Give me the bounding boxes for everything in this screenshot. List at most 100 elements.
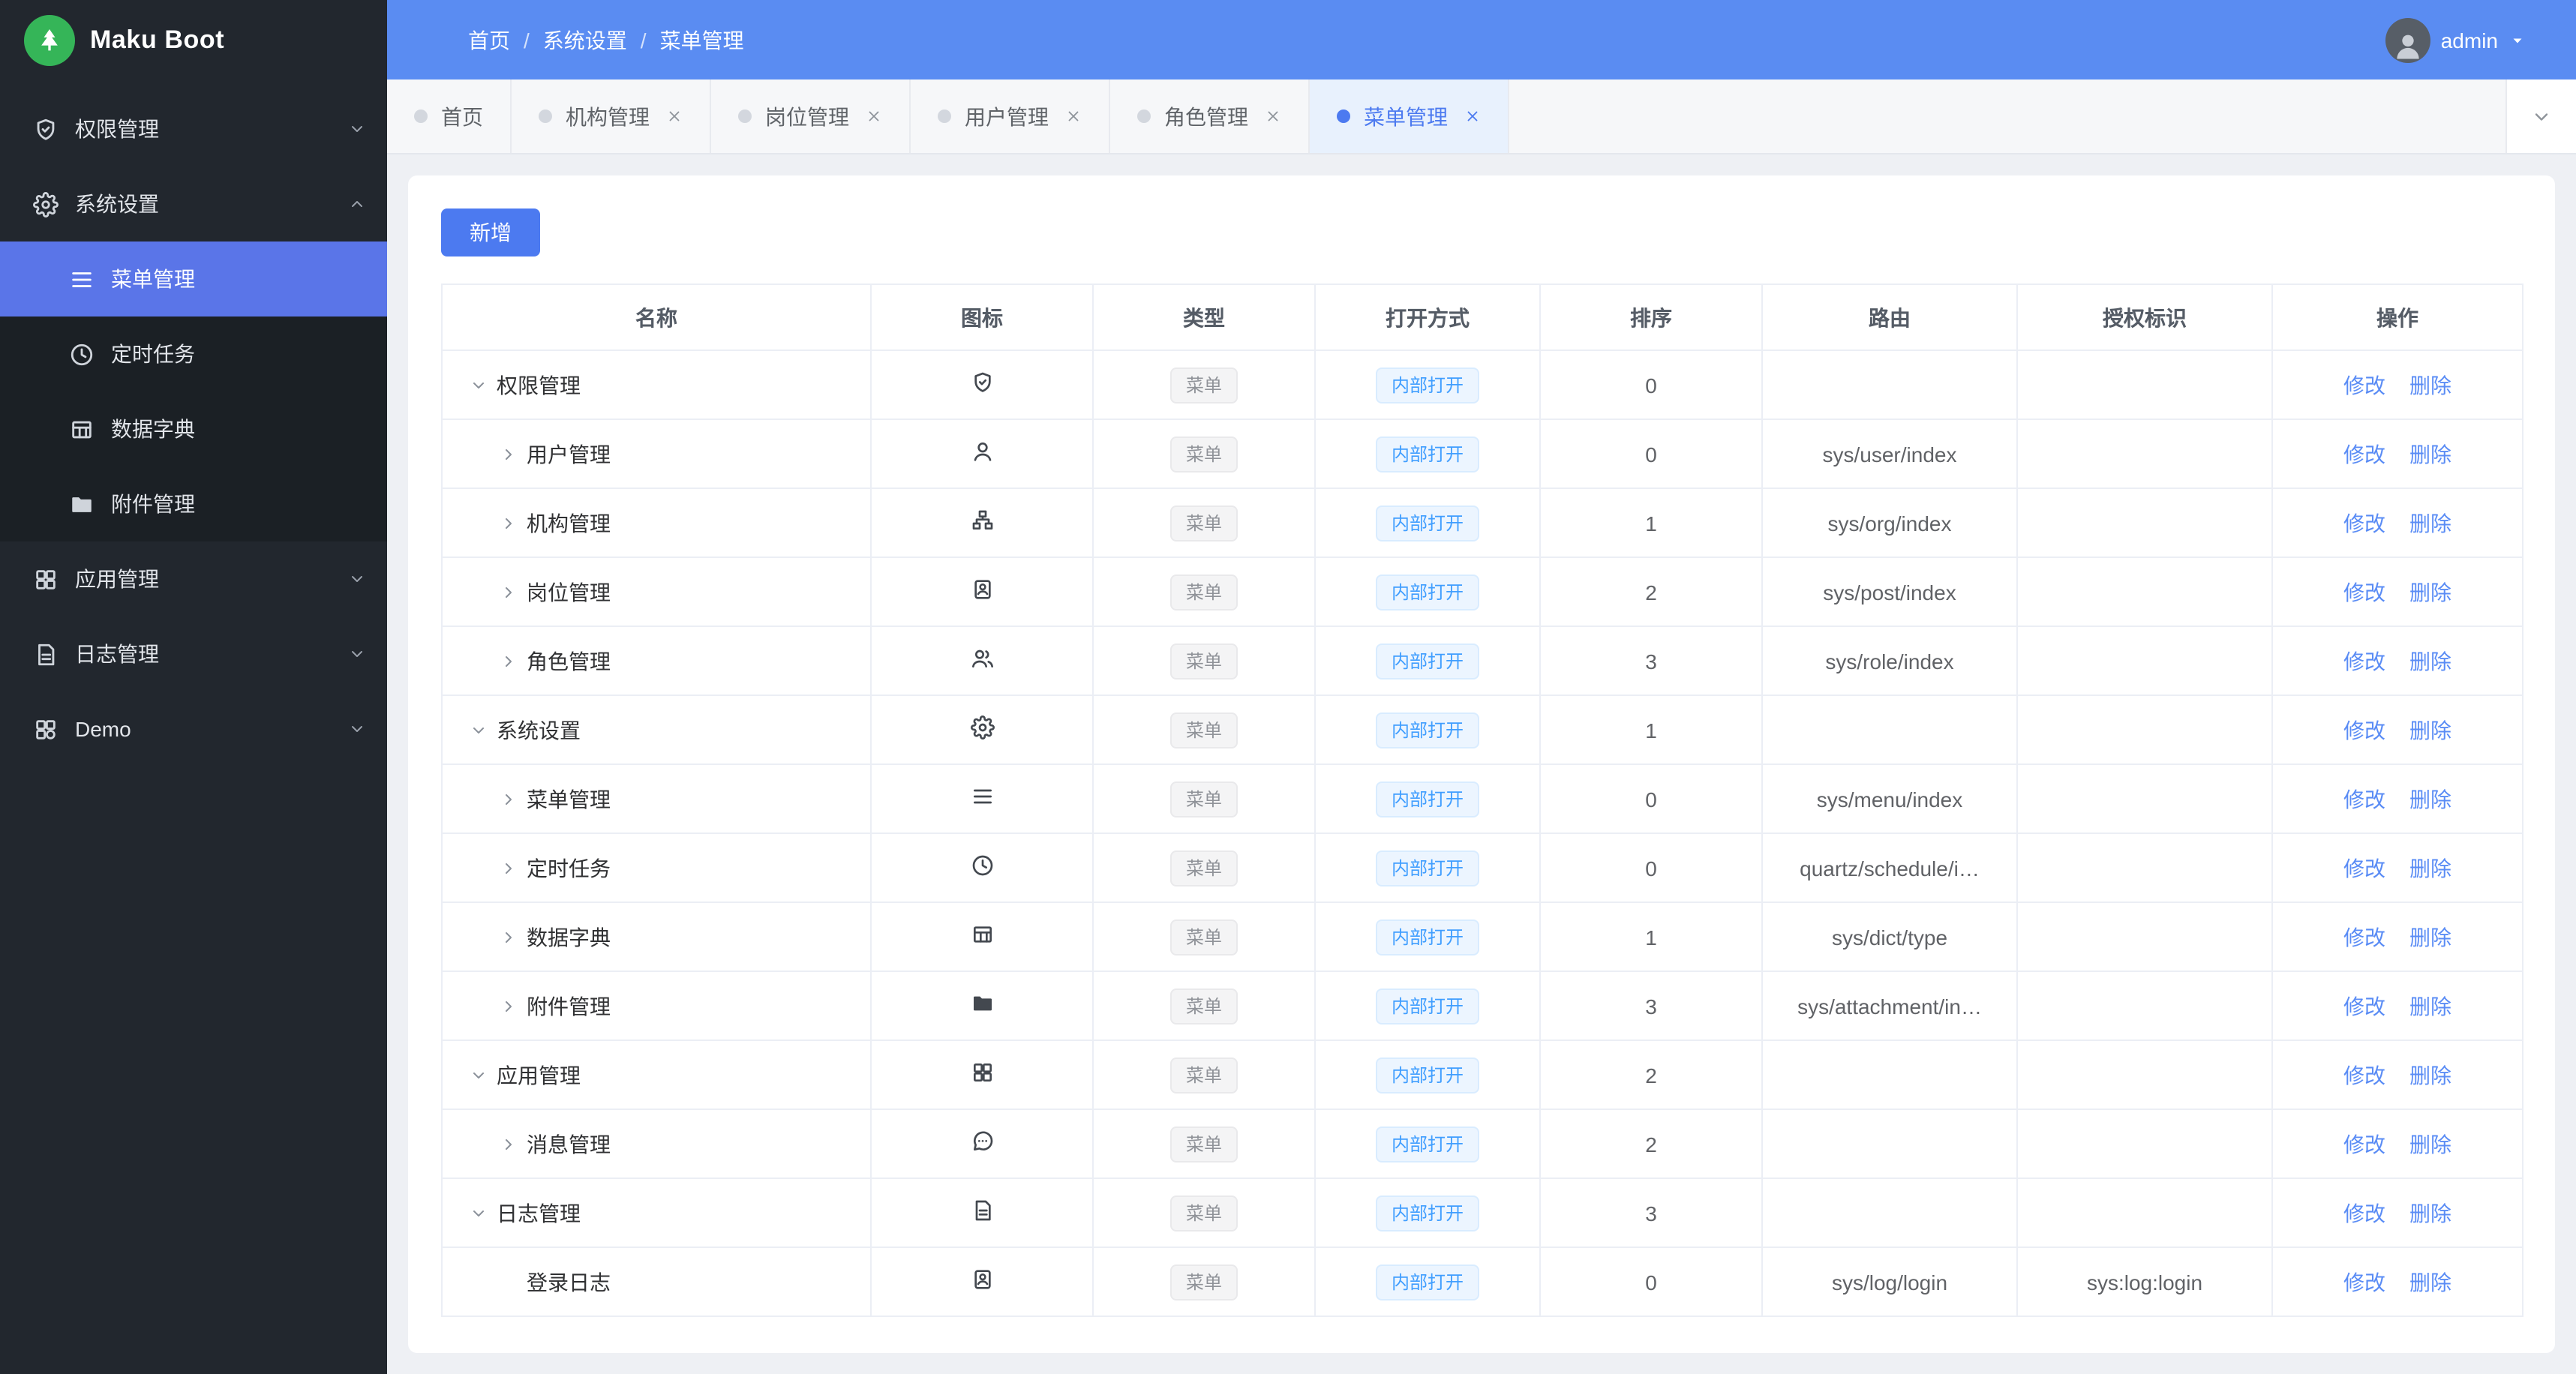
edit-link[interactable]: 修改	[2343, 373, 2385, 397]
type-tag: 菜单	[1170, 712, 1237, 748]
tab-5[interactable]: 菜单管理	[1310, 80, 1509, 153]
chevron-right-icon[interactable]	[500, 928, 527, 946]
cell-type: 菜单	[1092, 556, 1316, 627]
sidebar-subitem-2[interactable]: 数据字典	[0, 392, 387, 466]
cell-route	[1761, 1108, 2018, 1179]
sidebar-item-4[interactable]: Demo	[0, 692, 387, 766]
add-button[interactable]: 新增	[441, 208, 540, 256]
cell-open-type: 内部打开	[1314, 970, 1541, 1041]
delete-link[interactable]: 删除	[2409, 994, 2451, 1018]
user-menu[interactable]: admin	[2385, 17, 2526, 62]
table-row: 权限管理 菜单 内部打开 0 修改 删除	[441, 350, 2523, 420]
close-icon[interactable]	[1265, 108, 1281, 124]
cell-open-type: 内部打开	[1314, 350, 1541, 420]
cell-auth	[2016, 488, 2273, 558]
tab-0[interactable]: 首页	[387, 80, 512, 153]
close-icon[interactable]	[1065, 108, 1082, 124]
close-icon[interactable]	[1464, 108, 1481, 124]
breadcrumb-item-system[interactable]: 系统设置	[543, 25, 627, 55]
chevron-down-icon[interactable]	[470, 721, 497, 739]
chevron-down-icon[interactable]	[470, 1066, 497, 1084]
delete-link[interactable]: 删除	[2409, 1270, 2451, 1294]
chevron-down-icon[interactable]	[470, 1204, 497, 1222]
sidebar-item-0[interactable]: 权限管理	[0, 92, 387, 166]
chevron-right-icon[interactable]	[500, 859, 527, 877]
tab-overflow-button[interactable]	[2505, 80, 2576, 153]
tab-4[interactable]: 角色管理	[1110, 80, 1310, 153]
delete-link[interactable]: 删除	[2409, 1201, 2451, 1225]
sidebar-item-2[interactable]: 应用管理	[0, 542, 387, 616]
chevron-right-icon[interactable]	[500, 1135, 527, 1153]
delete-link[interactable]: 删除	[2409, 442, 2451, 466]
delete-link[interactable]: 删除	[2409, 925, 2451, 949]
edit-link[interactable]: 修改	[2343, 511, 2385, 535]
edit-link[interactable]: 修改	[2343, 649, 2385, 673]
sidebar-subitem-1[interactable]: 定时任务	[0, 316, 387, 392]
cell-name: 消息管理	[441, 1108, 872, 1179]
chevron-down-icon[interactable]	[470, 376, 497, 394]
table-row: 日志管理 菜单 内部打开 3 修改 删除	[441, 1178, 2523, 1248]
cell-sort: 0	[1539, 1246, 1763, 1317]
cell-sort: 0	[1539, 418, 1763, 489]
delete-link[interactable]: 删除	[2409, 373, 2451, 397]
menu-table-wrap: 名称 图标 类型 打开方式 排序 路由 授权标识 操作 权限管理 菜单 内部打开 0 修改 删除 用户管理…	[441, 284, 2523, 1317]
delete-link[interactable]: 删除	[2409, 649, 2451, 673]
cell-icon	[870, 488, 1094, 558]
edit-link[interactable]: 修改	[2343, 856, 2385, 880]
type-tag: 菜单	[1170, 505, 1237, 541]
cell-name: 应用管理	[441, 1040, 872, 1110]
chevron-right-icon[interactable]	[500, 652, 527, 670]
org-icon	[970, 508, 994, 532]
delete-link[interactable]: 删除	[2409, 787, 2451, 811]
cell-auth	[2016, 626, 2273, 696]
cell-name: 用户管理	[441, 418, 872, 489]
close-icon[interactable]	[666, 108, 683, 124]
edit-link[interactable]: 修改	[2343, 580, 2385, 604]
chevron-right-icon[interactable]	[500, 514, 527, 532]
type-tag: 菜单	[1170, 643, 1237, 679]
table-row: 岗位管理 菜单 内部打开 2 sys/post/index 修改 删除	[441, 556, 2523, 627]
edit-link[interactable]: 修改	[2343, 1201, 2385, 1225]
delete-link[interactable]: 删除	[2409, 1132, 2451, 1156]
edit-link[interactable]: 修改	[2343, 1063, 2385, 1087]
edit-link[interactable]: 修改	[2343, 925, 2385, 949]
chevron-right-icon[interactable]	[500, 445, 527, 463]
row-name: 附件管理	[527, 994, 611, 1018]
cell-name: 数据字典	[441, 902, 872, 972]
tab-1[interactable]: 机构管理	[512, 80, 711, 153]
delete-link[interactable]: 删除	[2409, 856, 2451, 880]
cell-icon	[870, 902, 1094, 972]
cell-route: sys/attachment/in…	[1761, 970, 2018, 1041]
tab-2[interactable]: 岗位管理	[711, 80, 911, 153]
edit-link[interactable]: 修改	[2343, 1270, 2385, 1294]
topbar-right: admin	[2196, 17, 2558, 62]
table-body: 权限管理 菜单 内部打开 0 修改 删除 用户管理 菜单 内部打开 0 sys/user/index…	[441, 350, 2523, 1317]
sidebar-item-3[interactable]: 日志管理	[0, 616, 387, 692]
edit-link[interactable]: 修改	[2343, 442, 2385, 466]
close-icon[interactable]	[866, 108, 882, 124]
edit-link[interactable]: 修改	[2343, 718, 2385, 742]
edit-link[interactable]: 修改	[2343, 1132, 2385, 1156]
chevron-right-icon[interactable]	[500, 583, 527, 601]
table-row: 机构管理 菜单 内部打开 1 sys/org/index 修改 删除	[441, 488, 2523, 558]
column-header: 操作	[2271, 284, 2523, 351]
type-tag: 菜单	[1170, 574, 1237, 610]
cell-icon	[870, 418, 1094, 489]
sidebar-subitem-0[interactable]: 菜单管理	[0, 242, 387, 316]
chevron-right-icon[interactable]	[500, 997, 527, 1015]
delete-link[interactable]: 删除	[2409, 580, 2451, 604]
edit-link[interactable]: 修改	[2343, 994, 2385, 1018]
chevron-right-icon[interactable]	[500, 790, 527, 808]
delete-link[interactable]: 删除	[2409, 1063, 2451, 1087]
breadcrumb-item-home[interactable]: 首页	[468, 25, 510, 55]
delete-link[interactable]: 删除	[2409, 511, 2451, 535]
cell-route: sys/role/index	[1761, 626, 2018, 696]
cell-open-type: 内部打开	[1314, 764, 1541, 834]
edit-link[interactable]: 修改	[2343, 787, 2385, 811]
delete-link[interactable]: 删除	[2409, 718, 2451, 742]
row-name: 登录日志	[527, 1270, 611, 1294]
sidebar-item-1[interactable]: 系统设置	[0, 166, 387, 242]
tab-3[interactable]: 用户管理	[911, 80, 1110, 153]
folder-icon	[69, 491, 95, 517]
sidebar-subitem-3[interactable]: 附件管理	[0, 466, 387, 542]
